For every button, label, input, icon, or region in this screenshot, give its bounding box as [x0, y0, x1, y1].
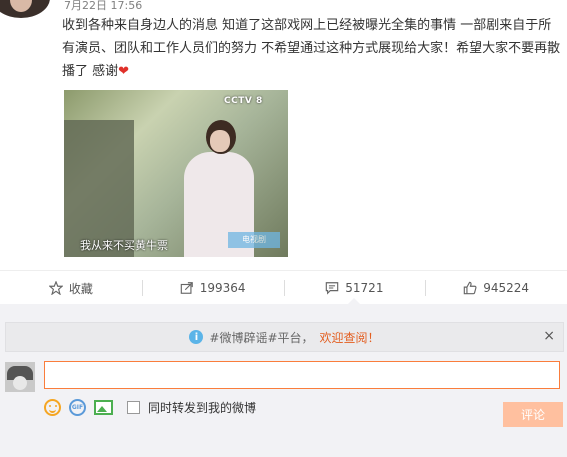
favorite-label: 收藏: [68, 281, 93, 296]
like-button[interactable]: 945224: [425, 271, 567, 305]
notice-link[interactable]: 欢迎查阅！: [320, 329, 380, 346]
rumor-notice-banner: i #微博辟谣#平台， 欢迎查阅！ ×: [5, 322, 564, 352]
repost-button[interactable]: 199364: [141, 271, 284, 305]
heart-icon: ❤: [118, 64, 130, 79]
favorite-button[interactable]: 收藏: [0, 271, 142, 305]
post-timestamp[interactable]: 7月22日 17:56: [64, 0, 142, 13]
action-bar: 收藏 199364 51721 945224: [0, 270, 567, 305]
comment-icon: [326, 282, 339, 295]
gif-icon[interactable]: GIF: [69, 399, 86, 416]
avatar-face: [13, 376, 27, 390]
face: [210, 130, 230, 152]
post-text: 收到各种来自身边人的消息 知道了这部戏网上已经被曝光全集的事情 一部剧来自于所有…: [62, 14, 562, 83]
close-icon[interactable]: ×: [543, 328, 555, 344]
comment-input[interactable]: [44, 361, 560, 389]
video-subtitle: 我从来不买黄牛票: [80, 239, 168, 252]
author-avatar[interactable]: [0, 0, 50, 18]
comment-toolbar: GIF 同时转发到我的微博: [44, 399, 256, 416]
info-icon: i: [189, 330, 204, 344]
video-watermark: 电视剧: [228, 232, 280, 248]
notice-text[interactable]: #微博辟谣#平台，: [209, 329, 313, 346]
post-body: 收到各种来自身边人的消息 知道了这部戏网上已经被曝光全集的事情 一部剧来自于所有…: [62, 18, 561, 79]
star-icon: [48, 281, 63, 295]
repost-checkbox[interactable]: [127, 401, 140, 414]
share-icon: [180, 282, 193, 294]
repost-checkbox-label[interactable]: 同时转发到我的微博: [148, 399, 256, 416]
thumbs-up-icon: [463, 281, 477, 295]
repost-count: 199364: [199, 281, 246, 295]
emoji-icon[interactable]: [44, 399, 61, 416]
channel-logo: CCTV 8: [224, 96, 263, 106]
like-count: 945224: [483, 281, 530, 295]
submit-comment-button[interactable]: 评论: [503, 402, 563, 427]
avatar-face: [10, 0, 32, 12]
post-media-thumbnail[interactable]: CCTV 8 我从来不买黄牛票 电视剧: [64, 90, 288, 257]
comment-count: 51721: [345, 281, 384, 295]
image-upload-icon[interactable]: [94, 400, 113, 415]
current-user-avatar[interactable]: [5, 362, 35, 392]
comment-caret: [347, 298, 361, 305]
